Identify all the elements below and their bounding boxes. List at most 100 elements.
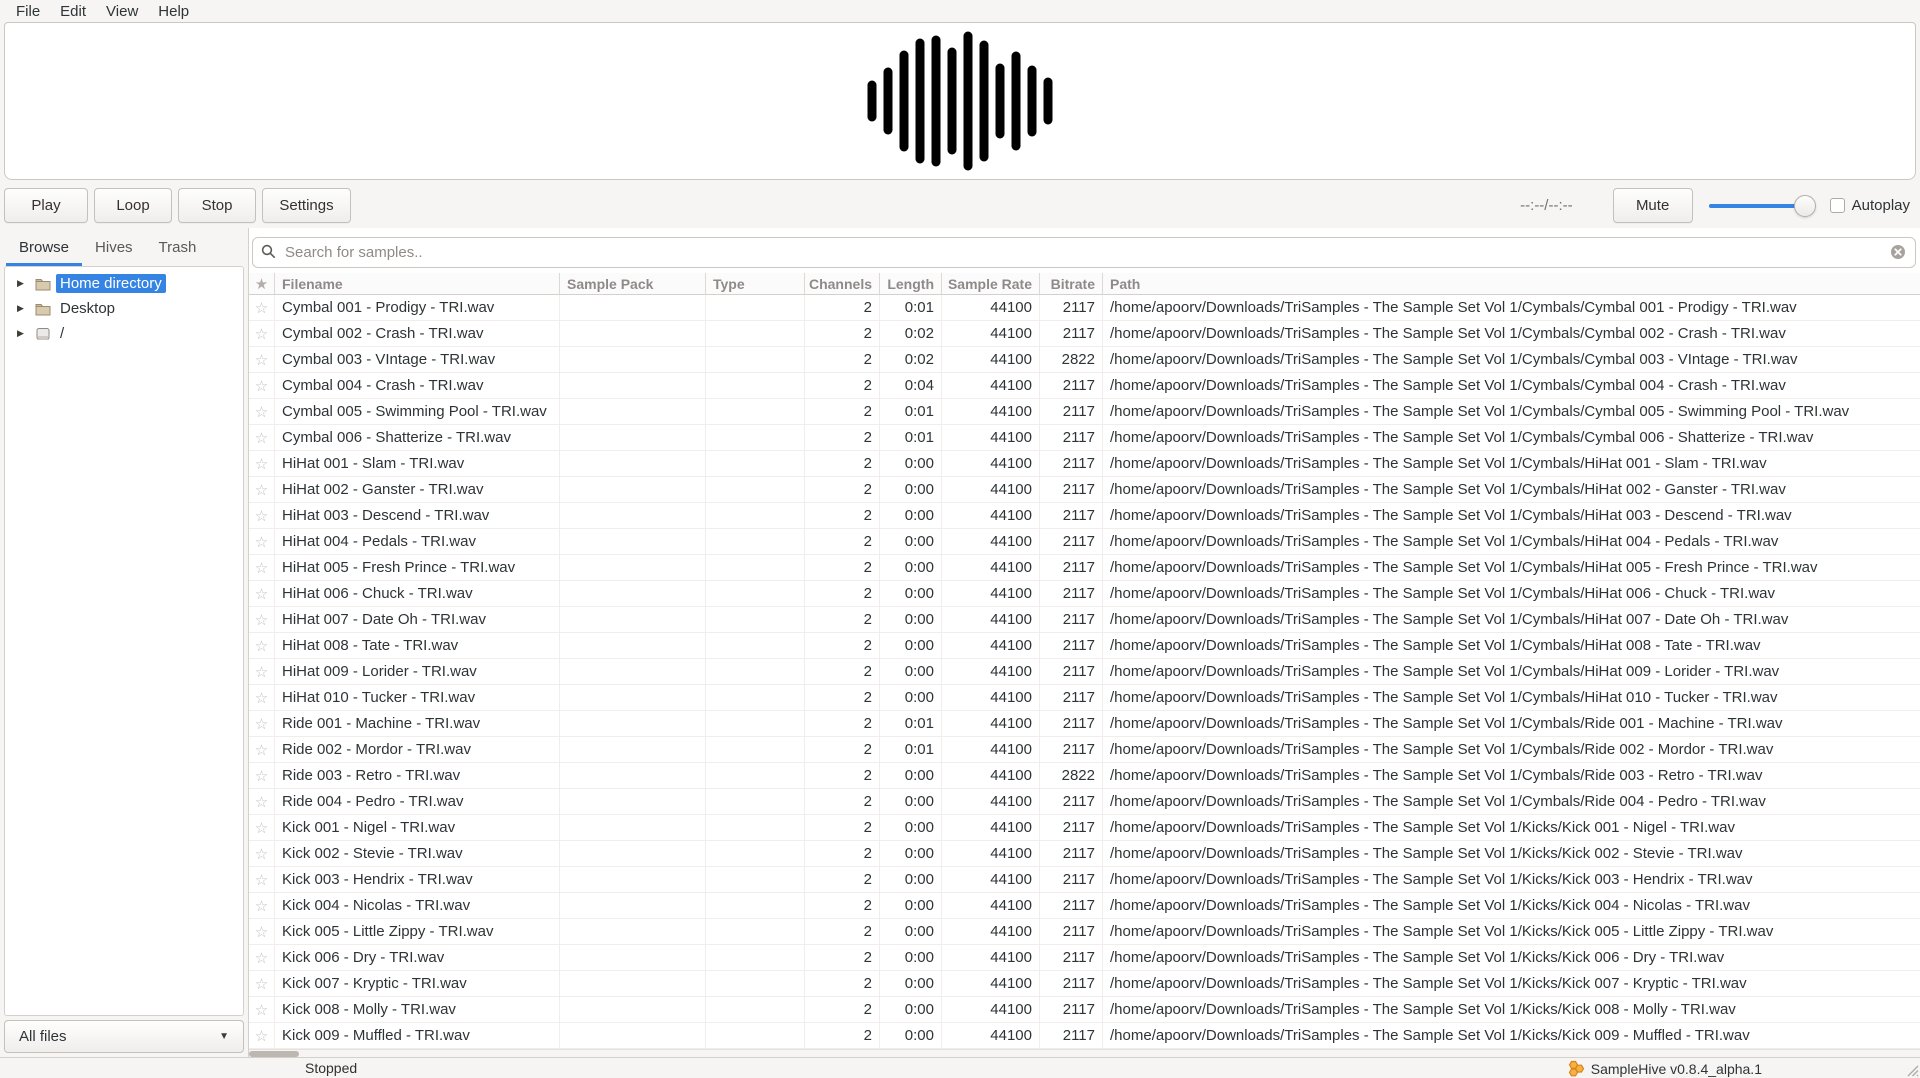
table-row[interactable]: ☆ HiHat 003 - Descend - TRI.wav 2 0:00 4… — [249, 503, 1920, 529]
table-row[interactable]: ☆ Kick 003 - Hendrix - TRI.wav 2 0:00 44… — [249, 867, 1920, 893]
column-header-channels[interactable]: Channels — [805, 273, 880, 295]
favorite-star-icon[interactable]: ☆ — [249, 919, 275, 945]
favorite-star-icon[interactable]: ☆ — [249, 841, 275, 867]
column-header-sample-rate[interactable]: Sample Rate — [942, 273, 1040, 295]
autoplay-checkbox[interactable] — [1830, 198, 1845, 213]
volume-slider-handle[interactable] — [1794, 195, 1816, 217]
menu-help[interactable]: Help — [148, 2, 199, 21]
stop-button[interactable]: Stop — [178, 188, 256, 223]
cell-channels: 2 — [805, 815, 880, 841]
table-row[interactable]: ☆ HiHat 005 - Fresh Prince - TRI.wav 2 0… — [249, 555, 1920, 581]
favorite-star-icon[interactable]: ☆ — [249, 529, 275, 555]
table-row[interactable]: ☆ Cymbal 004 - Crash - TRI.wav 2 0:04 44… — [249, 373, 1920, 399]
table-row[interactable]: ☆ Cymbal 006 - Shatterize - TRI.wav 2 0:… — [249, 425, 1920, 451]
tab-trash[interactable]: Trash — [146, 233, 210, 266]
table-row[interactable]: ☆ Kick 006 - Dry - TRI.wav 2 0:00 44100 … — [249, 945, 1920, 971]
mute-button[interactable]: Mute — [1613, 188, 1693, 223]
table-row[interactable]: ☆ Ride 001 - Machine - TRI.wav 2 0:01 44… — [249, 711, 1920, 737]
horizontal-scrollbar[interactable] — [249, 1049, 1920, 1057]
play-button[interactable]: Play — [4, 188, 88, 223]
table-row[interactable]: ☆ Kick 005 - Little Zippy - TRI.wav 2 0:… — [249, 919, 1920, 945]
table-row[interactable]: ☆ Cymbal 001 - Prodigy - TRI.wav 2 0:01 … — [249, 295, 1920, 321]
favorite-star-icon[interactable]: ☆ — [249, 581, 275, 607]
favorite-star-icon[interactable]: ☆ — [249, 399, 275, 425]
search-input[interactable] — [252, 237, 1916, 268]
settings-button[interactable]: Settings — [262, 188, 351, 223]
expander-icon[interactable]: ▶ — [17, 303, 33, 314]
favorite-star-icon[interactable]: ☆ — [249, 295, 275, 321]
menu-edit[interactable]: Edit — [50, 2, 96, 21]
favorite-star-icon[interactable]: ☆ — [249, 503, 275, 529]
table-row[interactable]: ☆ Ride 003 - Retro - TRI.wav 2 0:00 4410… — [249, 763, 1920, 789]
loop-button[interactable]: Loop — [94, 188, 172, 223]
favorite-star-icon[interactable]: ☆ — [249, 997, 275, 1023]
cell-bitrate: 2117 — [1040, 893, 1103, 919]
favorite-star-icon[interactable]: ☆ — [249, 737, 275, 763]
tab-hives[interactable]: Hives — [82, 233, 146, 266]
table-row[interactable]: ☆ Cymbal 002 - Crash - TRI.wav 2 0:02 44… — [249, 321, 1920, 347]
cell-bitrate: 2117 — [1040, 997, 1103, 1023]
table-row[interactable]: ☆ HiHat 002 - Ganster - TRI.wav 2 0:00 4… — [249, 477, 1920, 503]
favorite-star-icon[interactable]: ☆ — [249, 971, 275, 997]
menu-file[interactable]: File — [6, 2, 50, 21]
table-row[interactable]: ☆ Kick 004 - Nicolas - TRI.wav 2 0:00 44… — [249, 893, 1920, 919]
column-header-filename[interactable]: Filename — [275, 273, 560, 295]
file-filter-dropdown[interactable]: All files ▼ — [4, 1020, 244, 1053]
expander-icon[interactable]: ▶ — [17, 328, 33, 339]
favorite-star-icon[interactable]: ☆ — [249, 867, 275, 893]
favorite-star-icon[interactable]: ☆ — [249, 633, 275, 659]
cell-bitrate: 2117 — [1040, 945, 1103, 971]
tree-item-desktop[interactable]: ▶ Desktop — [5, 296, 243, 321]
tab-browse[interactable]: Browse — [6, 233, 82, 266]
favorite-star-icon[interactable]: ☆ — [249, 659, 275, 685]
favorite-star-icon[interactable]: ☆ — [249, 477, 275, 503]
volume-slider[interactable] — [1709, 195, 1816, 217]
table-row[interactable]: ☆ HiHat 001 - Slam - TRI.wav 2 0:00 4410… — [249, 451, 1920, 477]
table-row[interactable]: ☆ Kick 009 - Muffled - TRI.wav 2 0:00 44… — [249, 1023, 1920, 1049]
favorite-star-icon[interactable]: ☆ — [249, 1023, 275, 1049]
cell-channels: 2 — [805, 1023, 880, 1049]
table-row[interactable]: ☆ HiHat 004 - Pedals - TRI.wav 2 0:00 44… — [249, 529, 1920, 555]
favorite-star-icon[interactable]: ☆ — [249, 425, 275, 451]
table-row[interactable]: ☆ HiHat 007 - Date Oh - TRI.wav 2 0:00 4… — [249, 607, 1920, 633]
favorite-star-icon[interactable]: ☆ — [249, 607, 275, 633]
tree-item-root[interactable]: ▶ / — [5, 321, 243, 346]
table-row[interactable]: ☆ Kick 002 - Stevie - TRI.wav 2 0:00 441… — [249, 841, 1920, 867]
tree-item-home[interactable]: ▶ Home directory — [5, 271, 243, 296]
cell-path: /home/apoorv/Downloads/TriSamples - The … — [1103, 997, 1920, 1023]
favorite-star-icon[interactable]: ☆ — [249, 685, 275, 711]
favorite-star-icon[interactable]: ☆ — [249, 451, 275, 477]
table-row[interactable]: ☆ HiHat 009 - Lorider - TRI.wav 2 0:00 4… — [249, 659, 1920, 685]
favorite-star-icon[interactable]: ☆ — [249, 373, 275, 399]
clear-search-icon[interactable] — [1890, 244, 1906, 260]
table-row[interactable]: ☆ Ride 004 - Pedro - TRI.wav 2 0:00 4410… — [249, 789, 1920, 815]
favorite-star-icon[interactable]: ☆ — [249, 789, 275, 815]
table-row[interactable]: ☆ HiHat 006 - Chuck - TRI.wav 2 0:00 441… — [249, 581, 1920, 607]
table-row[interactable]: ☆ HiHat 010 - Tucker - TRI.wav 2 0:00 44… — [249, 685, 1920, 711]
column-header-type[interactable]: Type — [706, 273, 805, 295]
favorite-column-header[interactable]: ★ — [249, 273, 275, 295]
favorite-star-icon[interactable]: ☆ — [249, 347, 275, 373]
column-header-bitrate[interactable]: Bitrate — [1040, 273, 1103, 295]
table-row[interactable]: ☆ HiHat 008 - Tate - TRI.wav 2 0:00 4410… — [249, 633, 1920, 659]
menu-view[interactable]: View — [96, 2, 148, 21]
expander-icon[interactable]: ▶ — [17, 278, 33, 289]
table-row[interactable]: ☆ Cymbal 003 - VIntage - TRI.wav 2 0:02 … — [249, 347, 1920, 373]
favorite-star-icon[interactable]: ☆ — [249, 711, 275, 737]
favorite-star-icon[interactable]: ☆ — [249, 893, 275, 919]
column-header-path[interactable]: Path — [1103, 273, 1920, 295]
table-row[interactable]: ☆ Kick 007 - Kryptic - TRI.wav 2 0:00 44… — [249, 971, 1920, 997]
favorite-star-icon[interactable]: ☆ — [249, 321, 275, 347]
column-header-length[interactable]: Length — [880, 273, 942, 295]
resize-grip-icon[interactable] — [1904, 1062, 1919, 1077]
table-row[interactable]: ☆ Ride 002 - Mordor - TRI.wav 2 0:01 441… — [249, 737, 1920, 763]
favorite-star-icon[interactable]: ☆ — [249, 945, 275, 971]
favorite-star-icon[interactable]: ☆ — [249, 763, 275, 789]
favorite-star-icon[interactable]: ☆ — [249, 815, 275, 841]
table-row[interactable]: ☆ Kick 001 - Nigel - TRI.wav 2 0:00 4410… — [249, 815, 1920, 841]
table-row[interactable]: ☆ Kick 008 - Molly - TRI.wav 2 0:00 4410… — [249, 997, 1920, 1023]
favorite-star-icon[interactable]: ☆ — [249, 555, 275, 581]
cell-type — [706, 841, 805, 867]
column-header-sample-pack[interactable]: Sample Pack — [560, 273, 706, 295]
table-row[interactable]: ☆ Cymbal 005 - Swimming Pool - TRI.wav 2… — [249, 399, 1920, 425]
